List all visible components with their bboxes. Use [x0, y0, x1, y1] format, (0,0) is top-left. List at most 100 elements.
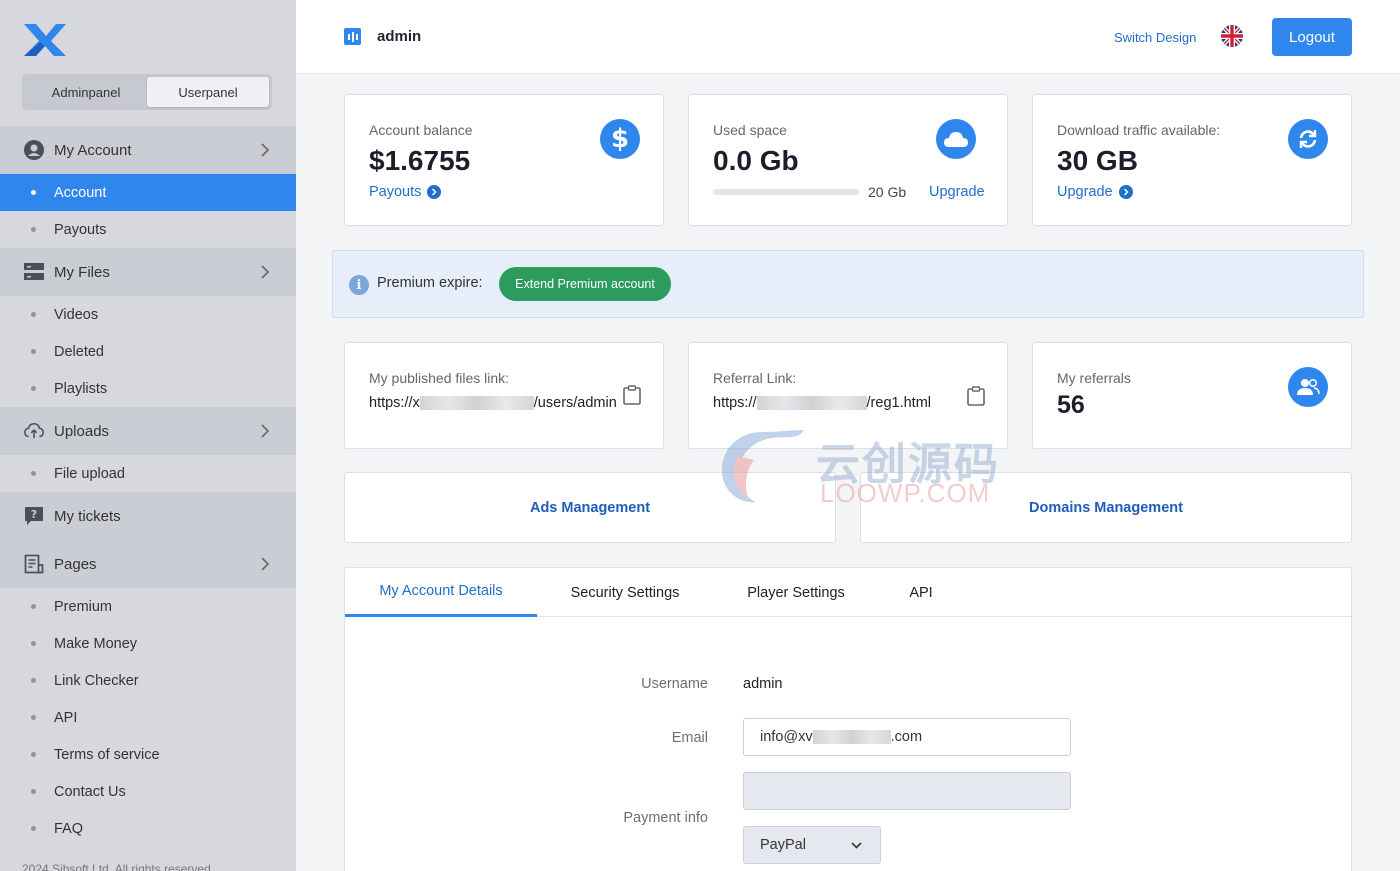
url-start: https://: [713, 395, 757, 411]
sidebar-item-deleted[interactable]: Deleted: [0, 333, 296, 370]
chevron-right-icon: [261, 143, 270, 157]
tab-my-account-details[interactable]: My Account Details: [345, 568, 537, 617]
logo-icon[interactable]: [22, 22, 68, 58]
referral-link-url[interactable]: https:// /reg1.html: [713, 395, 931, 411]
clipboard-icon[interactable]: [623, 385, 641, 405]
premium-expire-label: Premium expire:: [377, 275, 483, 291]
account-details-panel: My Account Details Security Settings Pla…: [344, 567, 1352, 871]
used-space-card: Used space 0.0 Gb 20 Gb Upgrade: [688, 94, 1008, 226]
users-icon: [1288, 367, 1328, 407]
header: admin Switch Design Logout: [296, 0, 1400, 74]
redacted-text: [812, 730, 891, 744]
sidebar-item-videos[interactable]: Videos: [0, 296, 296, 333]
sidebar-item-faq[interactable]: FAQ: [0, 810, 296, 847]
cloud-icon: [936, 119, 976, 159]
switch-design-link[interactable]: Switch Design: [1114, 30, 1196, 45]
adminpanel-tab[interactable]: Adminpanel: [25, 77, 147, 107]
referral-link-card: Referral Link: https:// /reg1.html: [688, 342, 1008, 449]
sidebar-group-my-account[interactable]: My Account: [0, 126, 296, 174]
question-ticket-icon: ?: [24, 506, 44, 526]
sidebar-group-label: Uploads: [54, 422, 110, 440]
sidebar-group-pages[interactable]: Pages: [0, 540, 296, 588]
premium-bar: i Premium expire: Extend Premium account: [332, 250, 1364, 318]
url-start: https://x: [369, 395, 420, 411]
arrow-right-icon: [1118, 185, 1133, 199]
account-balance-label: Account balance: [369, 122, 473, 138]
sidebar-item-contact[interactable]: Contact Us: [0, 773, 296, 810]
used-space-value: 0.0 Gb: [713, 145, 799, 176]
payouts-link[interactable]: Payouts: [369, 184, 442, 200]
email-field[interactable]: info@xv .com: [743, 718, 1071, 756]
sidebar-item-file-upload[interactable]: File upload: [0, 455, 296, 492]
refresh-icon: [1288, 119, 1328, 159]
chevron-right-icon: [261, 424, 270, 438]
username-value: admin: [743, 676, 783, 692]
copyright: 2024 Sibsoft Ltd. All rights reserved: [22, 862, 211, 871]
traffic-value: 30 GB: [1057, 145, 1138, 176]
email-end: .com: [890, 729, 923, 745]
info-icon: i: [349, 275, 369, 295]
sidebar-group-label: My Files: [54, 263, 110, 281]
redacted-text: [419, 396, 534, 410]
userpanel-tab[interactable]: Userpanel: [147, 77, 269, 107]
space-limit: 20 Gb: [868, 184, 907, 200]
sidebar-item-account[interactable]: Account: [0, 174, 296, 211]
tab-bar: My Account Details Security Settings Pla…: [345, 568, 1351, 617]
referral-link-label: Referral Link:: [713, 370, 797, 386]
payment-info-label: Payment info: [623, 810, 708, 826]
account-balance-value: $1.6755: [369, 145, 471, 176]
upgrade-space-link[interactable]: Upgrade: [929, 184, 985, 200]
sidebar-item-premium[interactable]: Premium: [0, 588, 296, 625]
published-link-label: My published files link:: [369, 370, 510, 386]
upgrade-traffic-link[interactable]: Upgrade: [1057, 184, 1133, 200]
payouts-link-label: Payouts: [369, 184, 422, 200]
referrals-card: My referrals 56: [1032, 342, 1352, 449]
extend-premium-button[interactable]: Extend Premium account: [499, 267, 671, 301]
payment-method-select[interactable]: PayPal: [743, 826, 881, 864]
sidebar-item-playlists[interactable]: Playlists: [0, 370, 296, 407]
tab-api[interactable]: API: [879, 568, 963, 617]
payment-account-field[interactable]: [743, 772, 1071, 810]
chevron-down-icon: [851, 842, 862, 849]
sidebar-item-payouts[interactable]: Payouts: [0, 211, 296, 248]
panel-switch: Adminpanel Userpanel: [22, 74, 272, 110]
tab-player-settings[interactable]: Player Settings: [713, 568, 879, 617]
email-label: Email: [671, 730, 708, 746]
sidebar-group-uploads[interactable]: Uploads: [0, 407, 296, 455]
uk-flag-icon[interactable]: [1221, 25, 1243, 47]
used-space-progress: [713, 189, 859, 195]
sidebar: Adminpanel Userpanel My Account Account …: [0, 0, 296, 871]
chevron-right-icon: [261, 265, 270, 279]
clipboard-icon[interactable]: [967, 386, 985, 406]
redacted-text: [756, 396, 867, 410]
traffic-label: Download traffic available:: [1057, 122, 1221, 138]
sidebar-group-label: Pages: [54, 555, 97, 573]
referrals-value: 56: [1057, 391, 1085, 419]
dollar-icon: $: [600, 119, 640, 159]
account-balance-card: Account balance $1.6755 Payouts $: [344, 94, 664, 226]
published-link-card: My published files link: https://x/users…: [344, 342, 664, 449]
upgrade-traffic-label: Upgrade: [1057, 184, 1113, 200]
sidebar-group-label: My tickets: [54, 507, 121, 525]
url-end: /users/admin: [533, 395, 617, 411]
sidebar-item-terms[interactable]: Terms of service: [0, 736, 296, 773]
sidebar-item-make-money[interactable]: Make Money: [0, 625, 296, 662]
waveform-icon: [344, 28, 361, 45]
tab-security-settings[interactable]: Security Settings: [537, 568, 713, 617]
logout-button[interactable]: Logout: [1272, 18, 1352, 56]
domains-management-button[interactable]: Domains Management: [860, 472, 1352, 543]
published-link-url[interactable]: https://x/users/admin: [369, 395, 617, 411]
ads-management-button[interactable]: Ads Management: [344, 472, 836, 543]
sidebar-group-my-tickets[interactable]: ? My tickets: [0, 492, 296, 540]
username-label: Username: [641, 676, 708, 692]
sidebar-item-link-checker[interactable]: Link Checker: [0, 662, 296, 699]
document-icon: [24, 554, 44, 574]
chevron-right-icon: [261, 557, 270, 571]
referrals-label: My referrals: [1057, 370, 1131, 386]
sidebar-group-my-files[interactable]: My Files: [0, 248, 296, 296]
sidebar-item-api[interactable]: API: [0, 699, 296, 736]
traffic-card: Download traffic available: 30 GB Upgrad…: [1032, 94, 1352, 226]
svg-text:?: ?: [31, 508, 37, 521]
server-icon: [24, 262, 44, 282]
cloud-upload-icon: [24, 421, 44, 441]
